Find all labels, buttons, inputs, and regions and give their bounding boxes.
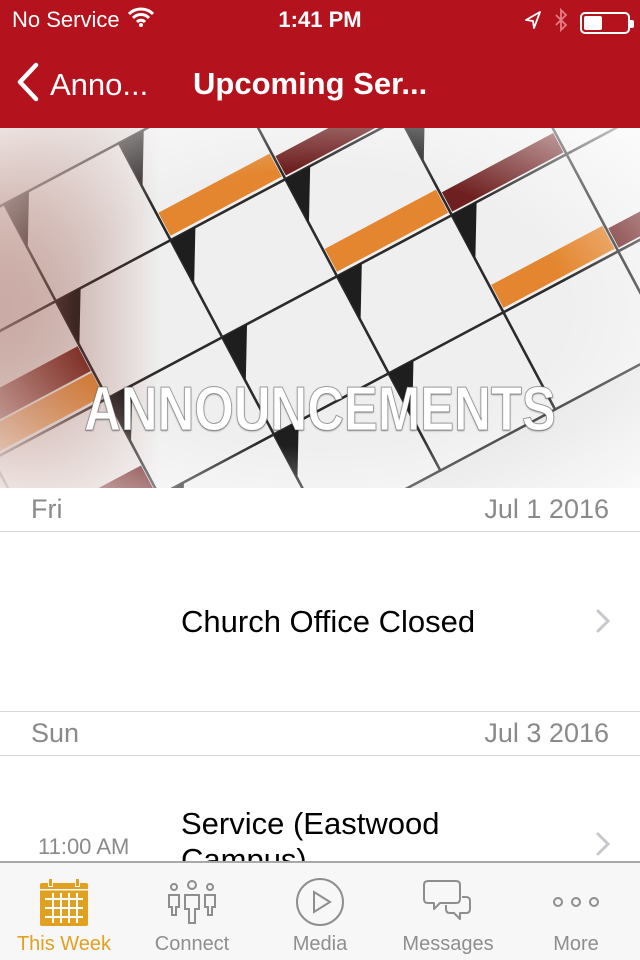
navigation-bar: Anno... Upcoming Ser... <box>0 40 640 128</box>
people-icon <box>166 871 218 933</box>
battery-tip <box>630 19 634 28</box>
battery-fill <box>584 15 603 30</box>
battery-icon <box>580 11 634 34</box>
calendar-icon <box>39 871 89 933</box>
section-header: Sun Jul 3 2016 <box>0 712 640 756</box>
tab-label: Media <box>292 933 348 955</box>
back-button[interactable]: Anno... <box>16 62 148 107</box>
chevron-right-icon <box>596 832 611 861</box>
tab-label: This Week <box>16 933 112 955</box>
play-circle-icon <box>294 871 346 933</box>
list-item[interactable]: Church Office Closed <box>0 532 640 712</box>
tab-bar: This Week Connect Media Messages More <box>0 861 640 960</box>
status-right <box>524 7 634 37</box>
chevron-right-icon <box>596 609 611 638</box>
back-label: Anno... <box>50 66 149 102</box>
tab-label: Messages <box>402 933 494 955</box>
section-date: Jul 3 2016 <box>484 718 609 748</box>
chevron-left-icon <box>16 62 40 107</box>
app-screen: No Service 1:41 PM Anno... Upcoming Ser.… <box>0 0 640 960</box>
tab-media[interactable]: Media <box>256 863 384 960</box>
section-date: Jul 1 2016 <box>484 494 609 524</box>
location-arrow-icon <box>524 10 542 35</box>
page-title: Upcoming Ser... <box>193 66 428 101</box>
more-dots-icon <box>550 871 602 933</box>
tab-messages[interactable]: Messages <box>384 863 512 960</box>
status-bar: No Service 1:41 PM <box>0 0 640 40</box>
hero-banner: ANNOUNCEMENTS <box>0 128 640 488</box>
tab-label: More <box>553 933 599 955</box>
tab-more[interactable]: More <box>512 863 640 960</box>
chat-bubbles-icon <box>422 871 474 933</box>
tab-this-week[interactable]: This Week <box>0 863 128 960</box>
section-day: Sun <box>31 718 80 748</box>
bluetooth-icon <box>554 7 568 37</box>
header: No Service 1:41 PM Anno... Upcoming Ser.… <box>0 0 640 128</box>
section-day: Fri <box>31 494 63 524</box>
event-title: Church Office Closed <box>181 604 476 639</box>
hero-title: ANNOUNCEMENTS <box>84 375 557 445</box>
tab-label: Connect <box>154 933 230 955</box>
event-time: 11:00 AM <box>38 834 130 859</box>
tab-connect[interactable]: Connect <box>128 863 256 960</box>
section-header: Fri Jul 1 2016 <box>0 488 640 532</box>
